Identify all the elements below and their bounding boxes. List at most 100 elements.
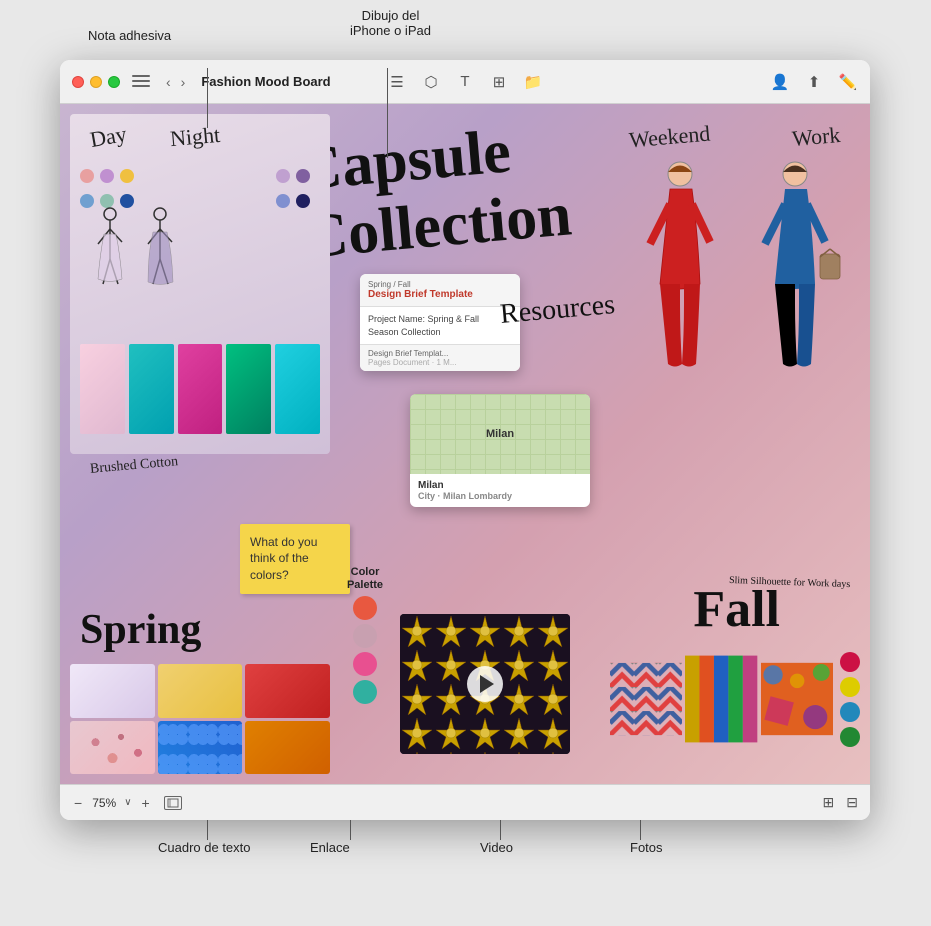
text-icon[interactable]: ☰ (387, 72, 407, 92)
palette-color-1 (353, 596, 377, 620)
left-figure-sketch (90, 204, 190, 324)
enlace-label: Enlace (310, 840, 350, 855)
sticky-note-text: What do you think of the colors? (250, 535, 317, 583)
brief-footer-sub: Pages Document · 1 M... (368, 358, 512, 367)
right-swatches (610, 644, 860, 754)
fotos-label: Fotos (630, 840, 663, 855)
sidebar-toggle-icon[interactable] (132, 75, 150, 89)
spring-text: Spring (80, 606, 201, 654)
cuadro-line (207, 820, 208, 840)
folder-icon[interactable]: 📁 (523, 72, 543, 92)
map-visual: Milan (410, 394, 590, 474)
night-label: Night (169, 122, 221, 152)
color-dot (296, 169, 310, 183)
video-label: Video (480, 840, 513, 855)
map-subtitle: City · Milan Lombardy (418, 491, 582, 501)
palette-label: Color Palette (335, 566, 395, 592)
swatch-chevron (610, 644, 682, 754)
swatch-pattern (761, 644, 833, 754)
palette-color-3 (353, 652, 377, 676)
map-footer: Milan City · Milan Lombardy (410, 474, 590, 507)
right-color-4 (840, 727, 860, 747)
design-brief-card[interactable]: Spring / Fall Design Brief Template Proj… (360, 274, 520, 371)
traffic-lights (72, 76, 120, 88)
nav-arrows: ‹ › (162, 72, 189, 92)
textbox-icon[interactable]: T (455, 72, 475, 92)
dibujo-iphone-label: Dibujo deliPhone o iPad (350, 8, 431, 38)
swatch-red (245, 664, 330, 718)
video-line (500, 820, 501, 840)
fotos-line (640, 820, 641, 840)
image-icon[interactable]: ⊞ (489, 72, 509, 92)
more-icon[interactable]: ✏️ (838, 72, 858, 92)
fit-icon[interactable]: ⊞ (823, 794, 835, 811)
cuadro-texto-label: Cuadro de texto (158, 840, 251, 855)
main-window: ‹ › Fashion Mood Board ☰ ⬡ T ⊞ 📁 👤 ⬆ ✏️ … (60, 60, 870, 820)
maximize-button[interactable] (108, 76, 120, 88)
color-dot (100, 169, 114, 183)
zoom-in-button[interactable]: + (140, 795, 152, 811)
swatch-yellow (158, 664, 243, 718)
capsule-collection-text: CapsuleCollection (295, 113, 574, 272)
swatch-blue-buttons (158, 721, 243, 775)
zoom-value: 75% (92, 796, 116, 810)
fall-text: Fall (693, 580, 780, 639)
right-fashion-figures (610, 154, 860, 414)
canvas: CapsuleCollection Day Night (60, 104, 870, 784)
titlebar-right: 👤 ⬆ ✏️ (770, 72, 858, 92)
close-button[interactable] (72, 76, 84, 88)
fabric-swatches-left (70, 664, 330, 774)
brief-header: Spring / Fall Design Brief Template (360, 274, 520, 307)
work-label: Work (791, 122, 841, 152)
palette-swatches (335, 596, 395, 704)
map-card[interactable]: Milan Milan City · Milan Lombardy (410, 394, 590, 507)
swatch-floral (70, 721, 155, 775)
right-figure-svg (610, 154, 860, 414)
zoom-out-button[interactable]: − (72, 795, 84, 811)
shapes-icon[interactable]: ⬡ (421, 72, 441, 92)
back-arrow[interactable]: ‹ (162, 72, 175, 92)
video-pattern (400, 614, 570, 754)
right-color-1 (840, 652, 860, 672)
swatch-stripes (685, 644, 757, 754)
nota-adhesiva-label: Nota adhesiva (88, 28, 171, 43)
brief-season: Spring / Fall (368, 280, 512, 289)
color-dot (276, 194, 290, 208)
forward-arrow: › (177, 72, 190, 92)
titlebar: ‹ › Fashion Mood Board ☰ ⬡ T ⊞ 📁 👤 ⬆ ✏️ (60, 60, 870, 104)
left-sketch-panel: Day Night (70, 114, 330, 454)
palette-color-4 (353, 680, 377, 704)
map-city: Milan (486, 428, 514, 440)
palette-color-2 (353, 624, 377, 648)
video-tile[interactable] (400, 614, 570, 754)
weekend-label: Weekend (628, 121, 711, 154)
minimize-button[interactable] (90, 76, 102, 88)
titlebar-left: ‹ › Fashion Mood Board (132, 72, 331, 92)
collaborate-icon[interactable]: 👤 (770, 72, 790, 92)
day-label: Day (88, 121, 129, 153)
grid-icon[interactable]: ⊟ (846, 794, 858, 811)
toolbar-center: ☰ ⬡ T ⊞ 📁 (387, 72, 543, 92)
color-palette-section: Color Palette (335, 566, 395, 704)
right-color-2 (840, 677, 860, 697)
swatch-orange (245, 721, 330, 775)
brief-footer: Design Brief Templat... Pages Document ·… (360, 344, 520, 371)
bottom-right-icons: ⊞ ⊟ (823, 794, 858, 811)
color-dot (120, 169, 134, 183)
color-dot (80, 169, 94, 183)
color-dot (296, 194, 310, 208)
enlace-line (350, 820, 351, 840)
brief-content: Project Name: Spring & Fall Season Colle… (360, 307, 520, 344)
play-button[interactable] (467, 666, 503, 702)
map-city-label: Milan (418, 480, 582, 491)
brief-footer-title: Design Brief Templat... (368, 349, 512, 358)
swatch-holographic (70, 664, 155, 718)
brushed-cotton-label: Brushed Cotton (89, 454, 178, 478)
brief-title: Design Brief Template (368, 289, 512, 300)
color-dot (276, 169, 290, 183)
share-icon[interactable]: ⬆ (804, 72, 824, 92)
sticky-note[interactable]: What do you think of the colors? (240, 524, 350, 594)
fit-page-icon[interactable] (164, 796, 182, 810)
zoom-dropdown-arrow[interactable]: ∨ (124, 797, 131, 808)
window-title: Fashion Mood Board (201, 74, 330, 89)
